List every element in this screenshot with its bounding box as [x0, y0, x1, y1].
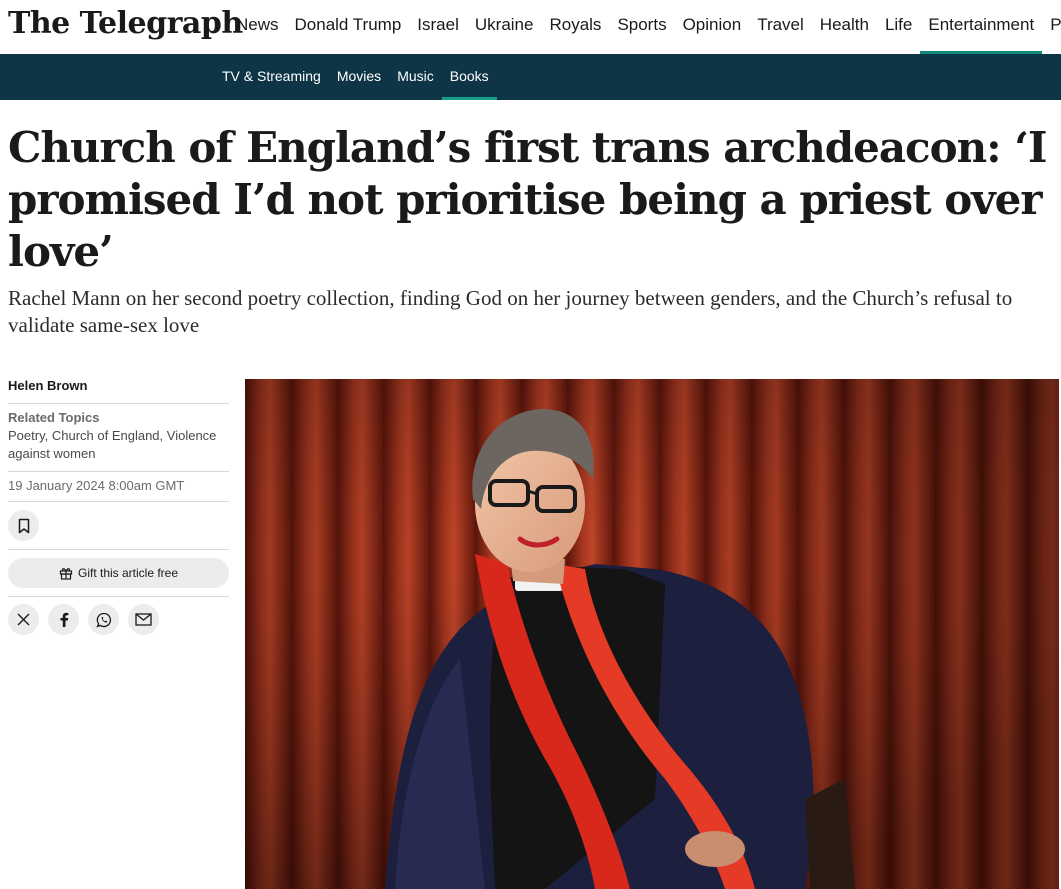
- site-logo[interactable]: The Telegraph: [8, 6, 243, 41]
- portrait-illustration: [245, 379, 1059, 889]
- publish-date: 19 January 2024 8:00am GMT: [8, 472, 229, 502]
- article-standfirst: Rachel Mann on her second poetry collect…: [8, 286, 1013, 337]
- whatsapp-icon: [95, 612, 111, 628]
- related-topics-list: Poetry, Church of England, Violence agai…: [8, 428, 217, 461]
- bookmark-row: [8, 502, 229, 550]
- facebook-icon: [60, 612, 68, 627]
- share-divider: [8, 596, 229, 597]
- nav-item-news[interactable]: News: [228, 0, 287, 54]
- nav-item-opinion[interactable]: Opinion: [675, 0, 750, 54]
- subnav-item-tv-streaming[interactable]: TV & Streaming: [214, 54, 329, 100]
- share-x-button[interactable]: [8, 604, 39, 635]
- nav-item-health[interactable]: Health: [812, 0, 877, 54]
- subnav-item-books[interactable]: Books: [441, 54, 497, 100]
- nav-item-sports[interactable]: Sports: [609, 0, 674, 54]
- hero-image: [245, 379, 1059, 889]
- author-name[interactable]: Helen Brown: [8, 378, 229, 404]
- sub-nav: TV & Streaming Movies Music Books: [0, 54, 1061, 100]
- nav-item-puzzles[interactable]: Puzz: [1042, 0, 1061, 54]
- related-topics-title: Related Topics: [8, 410, 100, 425]
- gift-icon: [59, 568, 73, 580]
- main-nav: News Donald Trump Israel Ukraine Royals …: [228, 0, 1061, 54]
- nav-item-travel[interactable]: Travel: [749, 0, 812, 54]
- sub-nav-items: TV & Streaming Movies Music Books: [214, 54, 497, 100]
- email-icon: [135, 613, 152, 626]
- share-buttons: [8, 604, 229, 635]
- topic-link[interactable]: Church of England: [52, 428, 160, 443]
- bookmark-button[interactable]: [8, 510, 39, 541]
- x-icon: [17, 613, 30, 626]
- gift-article-label: Gift this article free: [77, 566, 179, 580]
- share-email-button[interactable]: [128, 604, 159, 635]
- nav-item-israel[interactable]: Israel: [409, 0, 467, 54]
- nav-item-life[interactable]: Life: [877, 0, 920, 54]
- article-headline: Church of England’s first trans archdeac…: [8, 123, 1048, 276]
- bookmark-icon: [18, 518, 29, 533]
- site-header: The Telegraph News Donald Trump Israel U…: [0, 0, 1061, 54]
- nav-item-royals[interactable]: Royals: [541, 0, 609, 54]
- nav-item-donald-trump[interactable]: Donald Trump: [287, 0, 410, 54]
- article-meta-sidebar: Helen Brown Related Topics Poetry, Churc…: [8, 378, 229, 635]
- related-topics: Related Topics Poetry, Church of England…: [8, 404, 229, 472]
- share-whatsapp-button[interactable]: [88, 604, 119, 635]
- nav-item-entertainment[interactable]: Entertainment: [920, 0, 1043, 54]
- gift-article-button[interactable]: Gift this article free: [8, 558, 229, 588]
- subnav-item-music[interactable]: Music: [389, 54, 442, 100]
- nav-item-ukraine[interactable]: Ukraine: [467, 0, 542, 54]
- share-facebook-button[interactable]: [48, 604, 79, 635]
- topic-link[interactable]: Poetry: [8, 428, 45, 443]
- subnav-item-movies[interactable]: Movies: [329, 54, 389, 100]
